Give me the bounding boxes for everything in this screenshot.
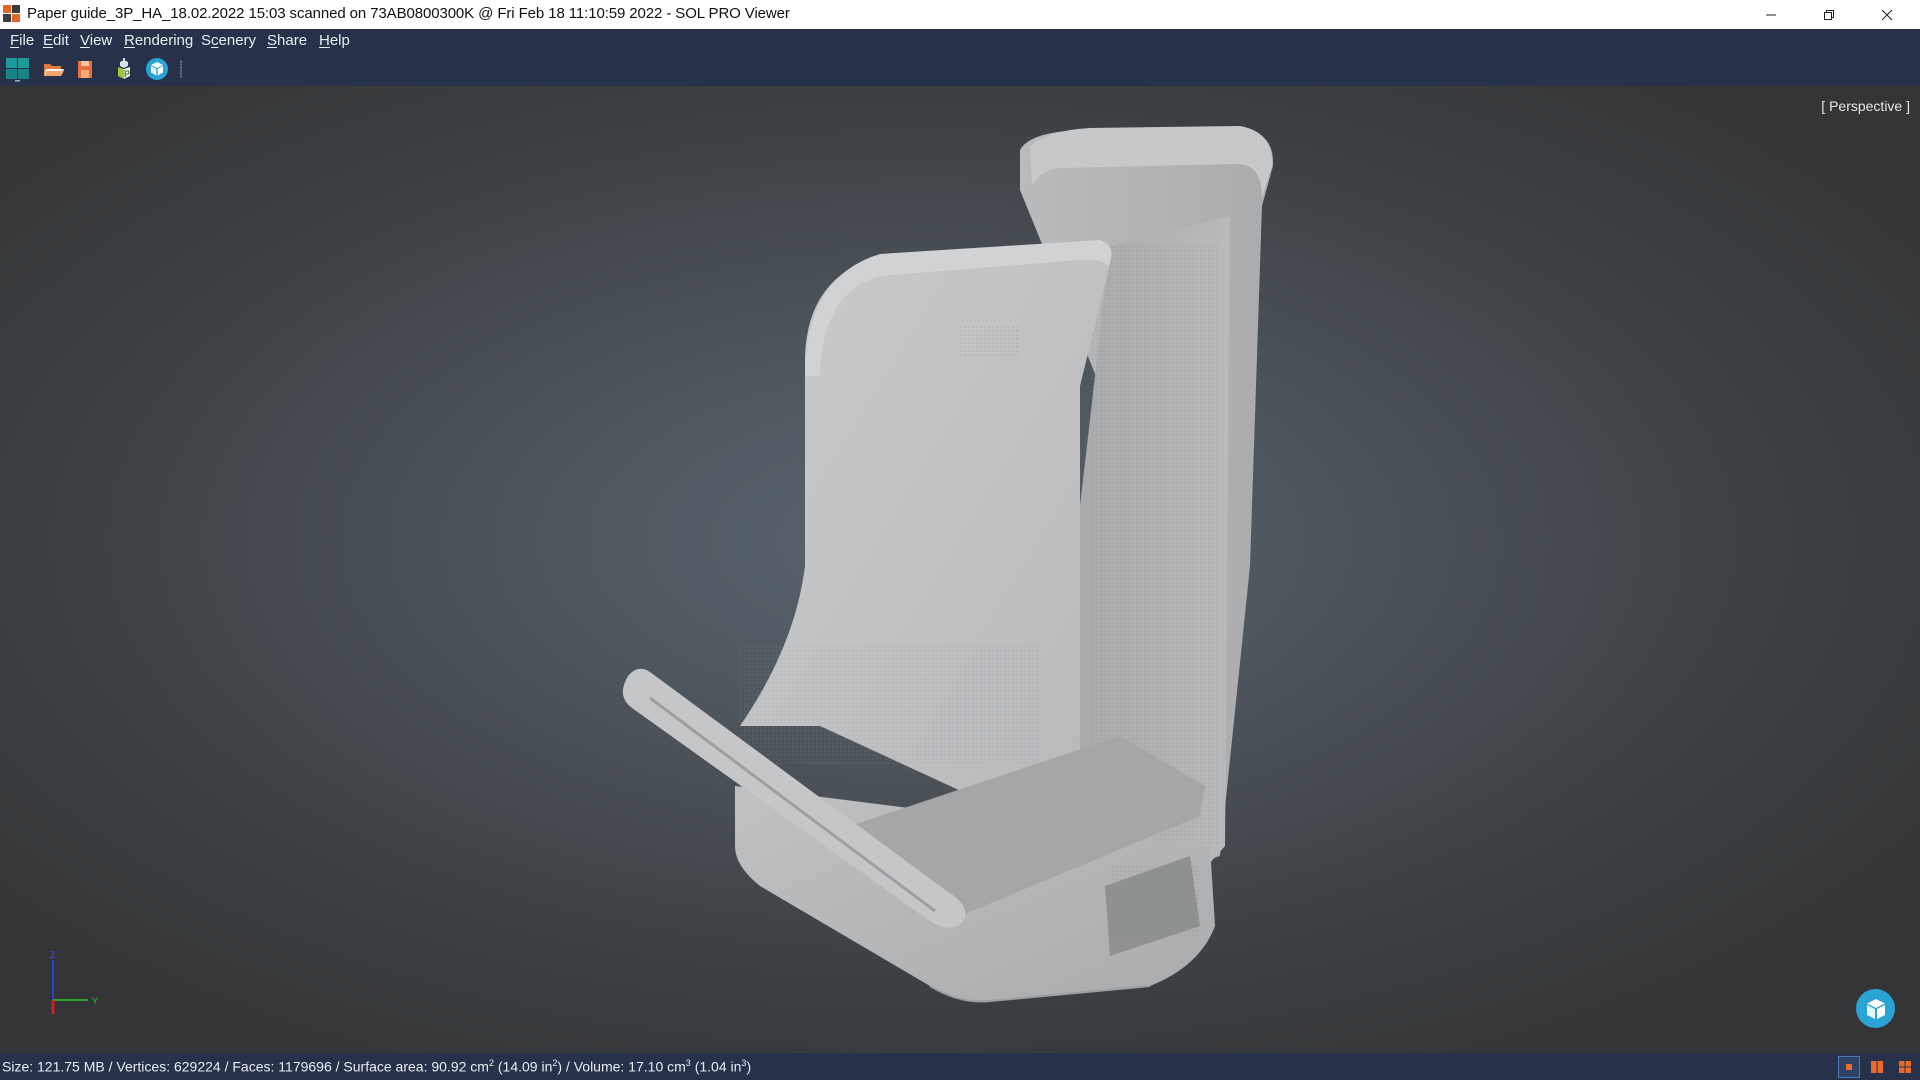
faces-label: / Faces: [220, 1058, 279, 1075]
window-title: Paper guide_3P_HA_18.02.2022 15:03 scann… [27, 5, 790, 22]
package-icon: P [118, 58, 130, 79]
restore-button[interactable] [1800, 0, 1858, 29]
model-scan-noise [740, 646, 1040, 766]
menu-file[interactable]: File [10, 32, 34, 49]
menu-rendering[interactable]: Rendering [124, 32, 193, 49]
menu-share[interactable]: Share [267, 32, 307, 49]
volume-cm-value: 17.10 cm [628, 1058, 686, 1075]
menu-share-rest: hare [277, 32, 308, 49]
menu-file-rest: ile [19, 32, 35, 49]
surface-cm-value: 90.92 cm [431, 1058, 489, 1075]
3d-viewport[interactable]: [ Perspective ] Z Y [0, 86, 1920, 1053]
menu-mnemonic: R [124, 32, 135, 49]
surface-label: / Surface area: [331, 1058, 432, 1075]
four-pane-view-icon [1899, 1061, 1911, 1073]
save-icon [78, 61, 92, 78]
axis-gizmo: Z Y [50, 950, 98, 1014]
squared-sup: 2 [488, 1058, 494, 1068]
cubed-sup: 3 [741, 1058, 747, 1068]
restore-icon [1824, 9, 1834, 20]
menu-edit[interactable]: Edit [43, 32, 69, 49]
menu-help-rest: elp [329, 32, 350, 49]
menu-mnemonic: c [211, 32, 219, 49]
title-bar: Paper guide_3P_HA_18.02.2022 15:03 scann… [0, 0, 1920, 29]
app-logo-icon [3, 5, 21, 23]
menu-help[interactable]: Help [319, 32, 350, 49]
size-label: Size: [2, 1058, 38, 1075]
view-cube-button[interactable] [1856, 989, 1895, 1028]
squared-sup: 2 [552, 1058, 558, 1068]
view-cube-button[interactable] [144, 56, 170, 82]
save-button[interactable] [72, 56, 98, 82]
package-button[interactable]: P [111, 56, 137, 82]
svg-text:P: P [124, 69, 130, 79]
single-view-icon [1846, 1064, 1852, 1070]
faces-value: 1179696 [278, 1058, 332, 1075]
close-icon [1881, 9, 1893, 20]
menu-scenery-pre: S [201, 32, 212, 49]
volume-label: / Volume: [562, 1058, 629, 1075]
menu-mnemonic: S [267, 32, 278, 49]
menu-rendering-rest: endering [134, 32, 194, 49]
toolbar: P [0, 54, 300, 84]
single-view-button[interactable] [1838, 1056, 1860, 1078]
four-pane-view-button[interactable] [1894, 1056, 1916, 1078]
layout-grid-icon [6, 58, 29, 82]
view-cube-icon [1866, 998, 1885, 1019]
minimize-icon [1766, 14, 1776, 15]
axis-z-label: Z [50, 950, 56, 960]
vertices-value: 629224 [173, 1058, 221, 1075]
model-stats: Size: 121.75 MB / Vertices: 629224 / Fac… [2, 1058, 752, 1075]
vertices-label: / Vertices: [104, 1058, 174, 1075]
cubed-sup: 3 [685, 1058, 691, 1068]
model-scan-noise [1110, 866, 1200, 936]
axis-y-label: Y [92, 996, 98, 1006]
menu-mnemonic: E [43, 32, 54, 49]
menu-edit-rest: dit [53, 32, 69, 49]
open-button[interactable] [41, 56, 67, 82]
view-cube-icon [146, 58, 168, 80]
app-chrome: File Edit View Rendering Scenery Share H… [0, 29, 1920, 86]
volume-in-value: 1.04 in [699, 1058, 742, 1075]
menu-mnemonic: H [319, 32, 330, 49]
close-button[interactable] [1858, 0, 1916, 29]
menu-scenery[interactable]: Scenery [201, 32, 256, 49]
menu-mnemonic: V [80, 32, 90, 49]
minimize-button[interactable] [1742, 0, 1800, 29]
status-bar: Size: 121.75 MB / Vertices: 629224 / Fac… [0, 1053, 1920, 1080]
model-scan-noise [960, 326, 1020, 356]
open-folder-icon [44, 64, 64, 76]
menu-view-rest: iew [89, 32, 113, 49]
menu-view[interactable]: View [80, 32, 112, 49]
menu-scenery-rest: enery [218, 32, 257, 49]
two-column-view-button[interactable] [1866, 1056, 1888, 1078]
size-value: 121.75 MB [37, 1058, 105, 1075]
surface-in-value: 14.09 in [502, 1058, 553, 1075]
menu-mnemonic: F [10, 32, 20, 49]
two-column-view-icon [1871, 1061, 1883, 1073]
layout-panels-button[interactable] [5, 56, 31, 82]
scanned-model[interactable] [0, 86, 1920, 1053]
toolbar-grip-handle[interactable] [179, 60, 183, 78]
